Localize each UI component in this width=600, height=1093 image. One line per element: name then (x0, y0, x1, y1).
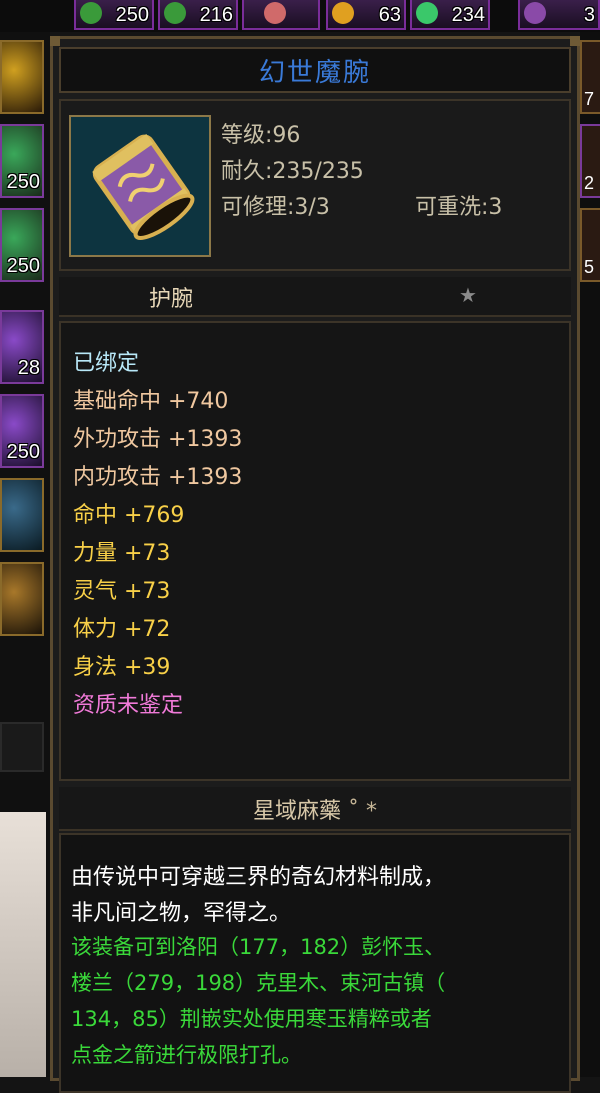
attribute-line: 身法 +39 (73, 655, 171, 680)
inventory-slot[interactable] (242, 0, 320, 30)
item-durability: 耐久:235/235 (221, 159, 364, 184)
item-set-row: 星域麻藥 ˚ * (59, 787, 571, 831)
frame-corner (50, 36, 60, 46)
inventory-slot[interactable]: 3 (518, 0, 600, 30)
inventory-slot[interactable]: 2 (580, 124, 600, 198)
set-name: 星域麻藥 (252, 799, 341, 824)
item-rewash: 可重洗:3 (415, 195, 503, 220)
inventory-slot[interactable]: 250 (0, 208, 44, 282)
star-icon: ★ (459, 283, 477, 307)
item-name: 幻世魔腕 (258, 57, 371, 88)
inventory-slot[interactable]: 250 (74, 0, 154, 30)
description-line: 该装备可到洛阳（177，182）彭怀玉、 (71, 935, 446, 959)
item-header: 等级:96 耐久:235/235 可修理:3/3 可重洗:3 (59, 99, 571, 271)
inventory-top-strip: 250 216 63 234 3 (0, 0, 600, 32)
inventory-slot[interactable]: 5 (580, 208, 600, 282)
attribute-line: 灵气 +73 (73, 579, 171, 604)
item-attributes: 已绑定 基础命中 +740 外功攻击 +1393 内功攻击 +1393 命中 +… (59, 321, 571, 781)
stack-count: 2 (584, 173, 595, 193)
inventory-left-column: 250 250 28 250 (0, 32, 50, 1077)
empty-slot[interactable] (0, 722, 44, 772)
stack-count: 5 (584, 257, 595, 277)
inventory-slot[interactable] (0, 40, 44, 114)
frame-corner (570, 36, 580, 46)
set-mark: ˚ * (348, 799, 377, 824)
description-line: 楼兰（279，198）克里木、束河古镇（ (71, 971, 446, 995)
stack-count: 28 (17, 357, 40, 379)
item-thumb-icon (524, 2, 546, 24)
attribute-line: 外功攻击 +1393 (73, 427, 243, 452)
attribute-line: 内功攻击 +1393 (73, 465, 243, 490)
item-title-bar: 幻世魔腕 (59, 47, 571, 93)
stack-count: 250 (115, 4, 149, 26)
stack-count: 216 (199, 4, 233, 26)
stack-count: 7 (584, 89, 595, 109)
stack-count: 250 (6, 441, 40, 463)
bound-status: 已绑定 (73, 351, 140, 376)
background-scenery (0, 812, 46, 1077)
item-repairable: 可修理:3/3 (221, 195, 330, 220)
item-thumb-icon (332, 2, 354, 24)
inventory-slot[interactable] (0, 478, 44, 552)
item-type: 护腕 (149, 287, 194, 312)
inventory-slot[interactable]: 250 (0, 394, 44, 468)
description-line: 由传说中可穿越三界的奇幻材料制成， (71, 865, 446, 890)
item-thumb-icon (264, 2, 286, 24)
item-thumb-icon (164, 2, 186, 24)
description-line: 非凡间之物，罕得之。 (71, 901, 292, 926)
inventory-slot[interactable]: 216 (158, 0, 238, 30)
quality-status: 资质未鉴定 (73, 693, 184, 718)
attribute-line: 基础命中 +740 (73, 389, 229, 414)
inventory-right-column: 7 2 5 (580, 32, 600, 1077)
stack-count: 250 (6, 255, 40, 277)
attribute-line: 力量 +73 (73, 541, 171, 566)
inventory-slot[interactable]: 234 (410, 0, 490, 30)
item-thumb-icon (416, 2, 438, 24)
inventory-slot[interactable]: 250 (0, 124, 44, 198)
item-thumb-icon (80, 2, 102, 24)
attribute-line: 体力 +72 (73, 617, 171, 642)
stack-count: 250 (6, 171, 40, 193)
attribute-line: 命中 +769 (73, 503, 185, 528)
description-line: 点金之箭进行极限打孔。 (71, 1043, 302, 1067)
stack-count: 234 (451, 4, 485, 26)
item-description: 由传说中可穿越三界的奇幻材料制成， 非凡间之物，罕得之。 该装备可到洛阳（177… (59, 833, 571, 1093)
item-level: 等级:96 (221, 123, 301, 148)
set-name-line: 星域麻藥 ˚ * (59, 793, 571, 825)
stack-count: 63 (378, 4, 401, 26)
inventory-slot[interactable]: 7 (580, 40, 600, 114)
description-line: 134，85）荆嵌实处使用寒玉精粹或者 (71, 1007, 432, 1031)
item-tooltip: 幻世魔腕 等级:96 耐久:235/235 可修理:3/3 可重洗:3 护腕 ★ (50, 36, 580, 1093)
inventory-slot[interactable] (0, 562, 44, 636)
inventory-slot[interactable]: 63 (326, 0, 406, 30)
stack-count: 3 (583, 4, 595, 26)
bracer-icon (71, 117, 209, 255)
item-icon-frame (69, 115, 211, 257)
inventory-slot[interactable]: 28 (0, 310, 44, 384)
item-type-row: 护腕 ★ (59, 277, 571, 317)
